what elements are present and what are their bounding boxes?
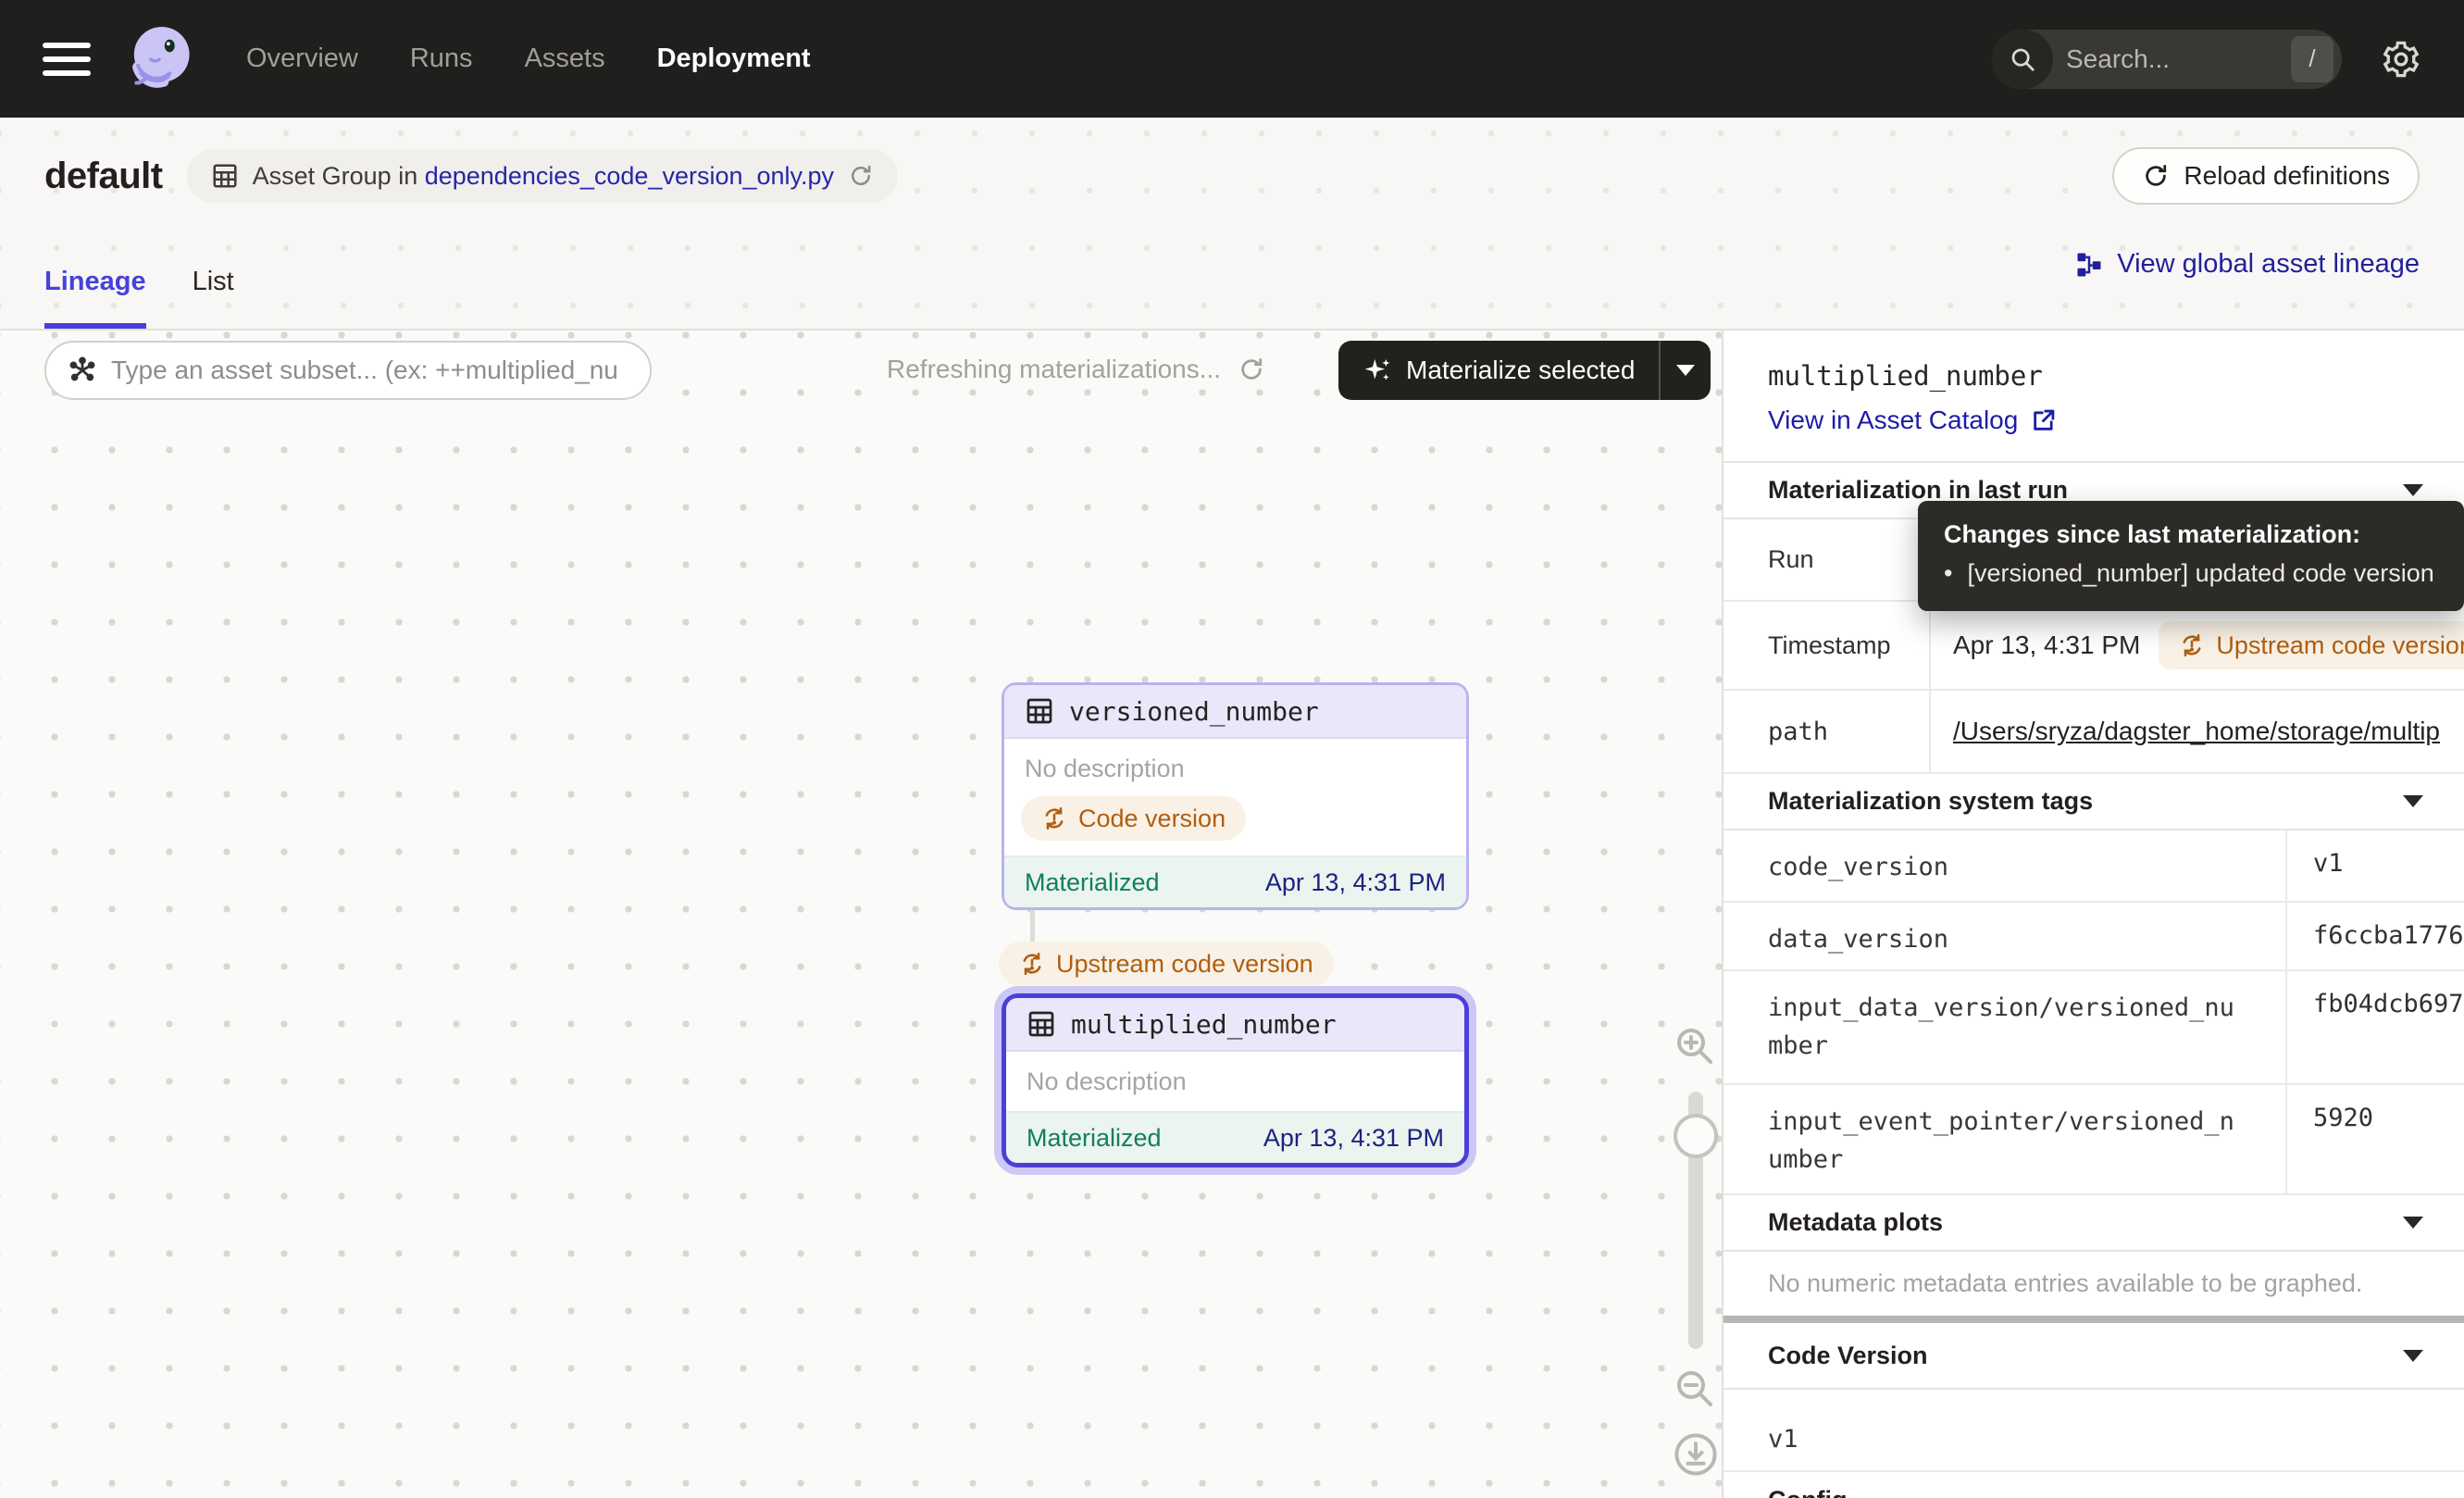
chevron-down-icon xyxy=(2403,1350,2423,1362)
materialize-selected-button[interactable]: Materialize selected xyxy=(1338,341,1659,400)
tab-lineage[interactable]: Lineage xyxy=(44,267,146,329)
tag-row-input-data-version: input_data_version/versioned_number fb04… xyxy=(1724,971,2464,1085)
asset-details-panel: multiplied_number View in Asset Catalog … xyxy=(1722,331,2464,1498)
chevron-down-icon xyxy=(2403,484,2423,496)
tag-row-input-event-pointer: input_event_pointer/versioned_number 592… xyxy=(1724,1085,2464,1195)
chevron-down-icon xyxy=(2403,1217,2423,1229)
section-config[interactable]: Config xyxy=(1724,1472,2464,1498)
search-icon xyxy=(1992,30,2053,89)
zoom-in-icon[interactable] xyxy=(1672,1023,1716,1067)
tag-value: f6ccba177638 xyxy=(2287,903,2464,969)
asset-node-multiplied-number[interactable]: multiplied_number No description Materia… xyxy=(1002,993,1469,1167)
page-header: default Asset Group in dependencies_code… xyxy=(0,118,2464,329)
path-value-link[interactable]: /Users/sryza/dagster_home/storage/multip xyxy=(1953,717,2440,746)
zoom-out-icon[interactable] xyxy=(1672,1366,1716,1410)
asset-node-versioned-number[interactable]: versioned_number No description Code ver… xyxy=(1002,682,1469,910)
table-grid-icon xyxy=(1027,1009,1056,1039)
asset-node-description: No description xyxy=(1006,1052,1464,1111)
code-version-changed-icon xyxy=(1041,805,1067,831)
path-row: path /Users/sryza/dagster_home/storage/m… xyxy=(1724,691,2464,774)
view-global-asset-lineage-link[interactable]: View global asset lineage xyxy=(2075,249,2420,280)
reload-definitions-button[interactable]: Reload definitions xyxy=(2112,147,2420,205)
bullet: • xyxy=(1944,559,1952,588)
zoom-slider-handle[interactable] xyxy=(1674,1114,1718,1158)
chevron-down-icon xyxy=(1676,365,1695,376)
code-version-changed-icon xyxy=(2179,632,2205,658)
refresh-icon[interactable] xyxy=(848,163,874,189)
path-label: path xyxy=(1724,691,1931,772)
asset-group-prefix: Asset Group in xyxy=(253,162,425,190)
timestamp-value: Apr 13, 4:31 PM xyxy=(1953,630,2140,660)
tag-value: 5920 xyxy=(2287,1085,2464,1193)
materialized-status: Materialized xyxy=(1027,1124,1162,1153)
global-search[interactable]: / xyxy=(1992,30,2342,89)
panel-resize-divider[interactable] xyxy=(1724,1316,2464,1323)
search-input[interactable] xyxy=(2053,44,2291,74)
settings-gear-icon[interactable] xyxy=(2381,39,2421,80)
code-version-badge[interactable]: Code version xyxy=(1021,796,1246,841)
tab-list[interactable]: List xyxy=(193,267,234,329)
tag-key: input_event_pointer/versioned_number xyxy=(1724,1085,2287,1193)
changes-tooltip: Changes since last materialization: • [v… xyxy=(1918,501,2464,611)
refresh-status: Refreshing materializations... xyxy=(887,355,1265,384)
materialize-split-button: Materialize selected xyxy=(1338,341,1711,400)
asset-subset-filter[interactable] xyxy=(44,341,652,400)
asset-group-badge: Asset Group in dependencies_code_version… xyxy=(187,149,898,203)
tag-row-data-version: data_version f6ccba177638 xyxy=(1724,903,2464,971)
materialize-dropdown-button[interactable] xyxy=(1659,341,1711,400)
nav-item-assets[interactable]: Assets xyxy=(525,44,605,74)
timestamp-label: Timestamp xyxy=(1724,602,1931,689)
nav-item-overview[interactable]: Overview xyxy=(246,44,358,74)
nav-item-runs[interactable]: Runs xyxy=(410,44,473,74)
code-version-changed-icon xyxy=(1019,951,1045,977)
tooltip-title: Changes since last materialization: xyxy=(1944,520,2438,549)
table-grid-icon xyxy=(1025,696,1054,726)
dagster-logo-icon[interactable] xyxy=(122,21,198,97)
asset-node-title: multiplied_number xyxy=(1071,1009,1337,1040)
hamburger-menu-icon[interactable] xyxy=(43,43,91,76)
lineage-graph-icon xyxy=(2075,251,2103,279)
chevron-down-icon xyxy=(2403,795,2423,807)
view-tabs: Lineage List xyxy=(44,267,234,329)
materialized-timestamp: Apr 13, 4:31 PM xyxy=(1265,868,1446,897)
asset-node-title: versioned_number xyxy=(1069,696,1319,727)
materialized-status: Materialized xyxy=(1025,868,1160,897)
tag-key: input_data_version/versioned_number xyxy=(1724,971,2287,1083)
section-materialization-system-tags[interactable]: Materialization system tags xyxy=(1724,774,2464,830)
view-in-asset-catalog-link[interactable]: View in Asset Catalog xyxy=(1768,406,2057,435)
asset-group-file-link[interactable]: dependencies_code_version_only.py xyxy=(425,162,834,190)
refresh-icon[interactable] xyxy=(1238,356,1265,383)
lineage-canvas[interactable]: Refreshing materializations... Materiali… xyxy=(0,331,1722,1498)
panel-asset-title: multiplied_number xyxy=(1768,360,2464,392)
metadata-plots-empty-text: No numeric metadata entries available to… xyxy=(1724,1252,2464,1316)
asset-node-description: No description xyxy=(1004,739,1466,789)
section-code-version[interactable]: Code Version xyxy=(1724,1323,2464,1390)
tooltip-item: [versioned_number] updated code version xyxy=(1967,559,2433,588)
nav-items: Overview Runs Assets Deployment xyxy=(246,44,811,74)
op-selection-icon xyxy=(67,355,98,386)
tag-row-code-version: code_version v1 xyxy=(1724,830,2464,903)
external-link-icon xyxy=(2031,407,2057,433)
timestamp-row: Timestamp Apr 13, 4:31 PM Upstream code … xyxy=(1724,602,2464,691)
code-version-value: v1 xyxy=(1724,1390,2464,1472)
section-metadata-plots[interactable]: Metadata plots xyxy=(1724,1195,2464,1252)
tag-key: data_version xyxy=(1724,903,2287,969)
sparkle-icon xyxy=(1363,356,1392,385)
tag-value: v1 xyxy=(2287,830,2464,901)
tag-key: code_version xyxy=(1724,830,2287,901)
materialized-timestamp: Apr 13, 4:31 PM xyxy=(1263,1124,1444,1153)
table-grid-icon xyxy=(211,162,239,190)
page-title: default xyxy=(44,156,163,197)
top-nav: Overview Runs Assets Deployment / xyxy=(0,0,2464,118)
upstream-code-version-badge[interactable]: Upstream code version xyxy=(999,942,1334,986)
asset-subset-input[interactable] xyxy=(111,356,629,385)
upstream-code-version-badge[interactable]: Upstream code version xyxy=(2159,621,2464,669)
tag-value: fb04dcb6970c xyxy=(2287,971,2464,1083)
search-shortcut-key: / xyxy=(2291,36,2333,82)
download-image-icon[interactable] xyxy=(1672,1430,1720,1479)
nav-item-deployment[interactable]: Deployment xyxy=(657,44,811,74)
run-label: Run xyxy=(1724,519,1931,600)
